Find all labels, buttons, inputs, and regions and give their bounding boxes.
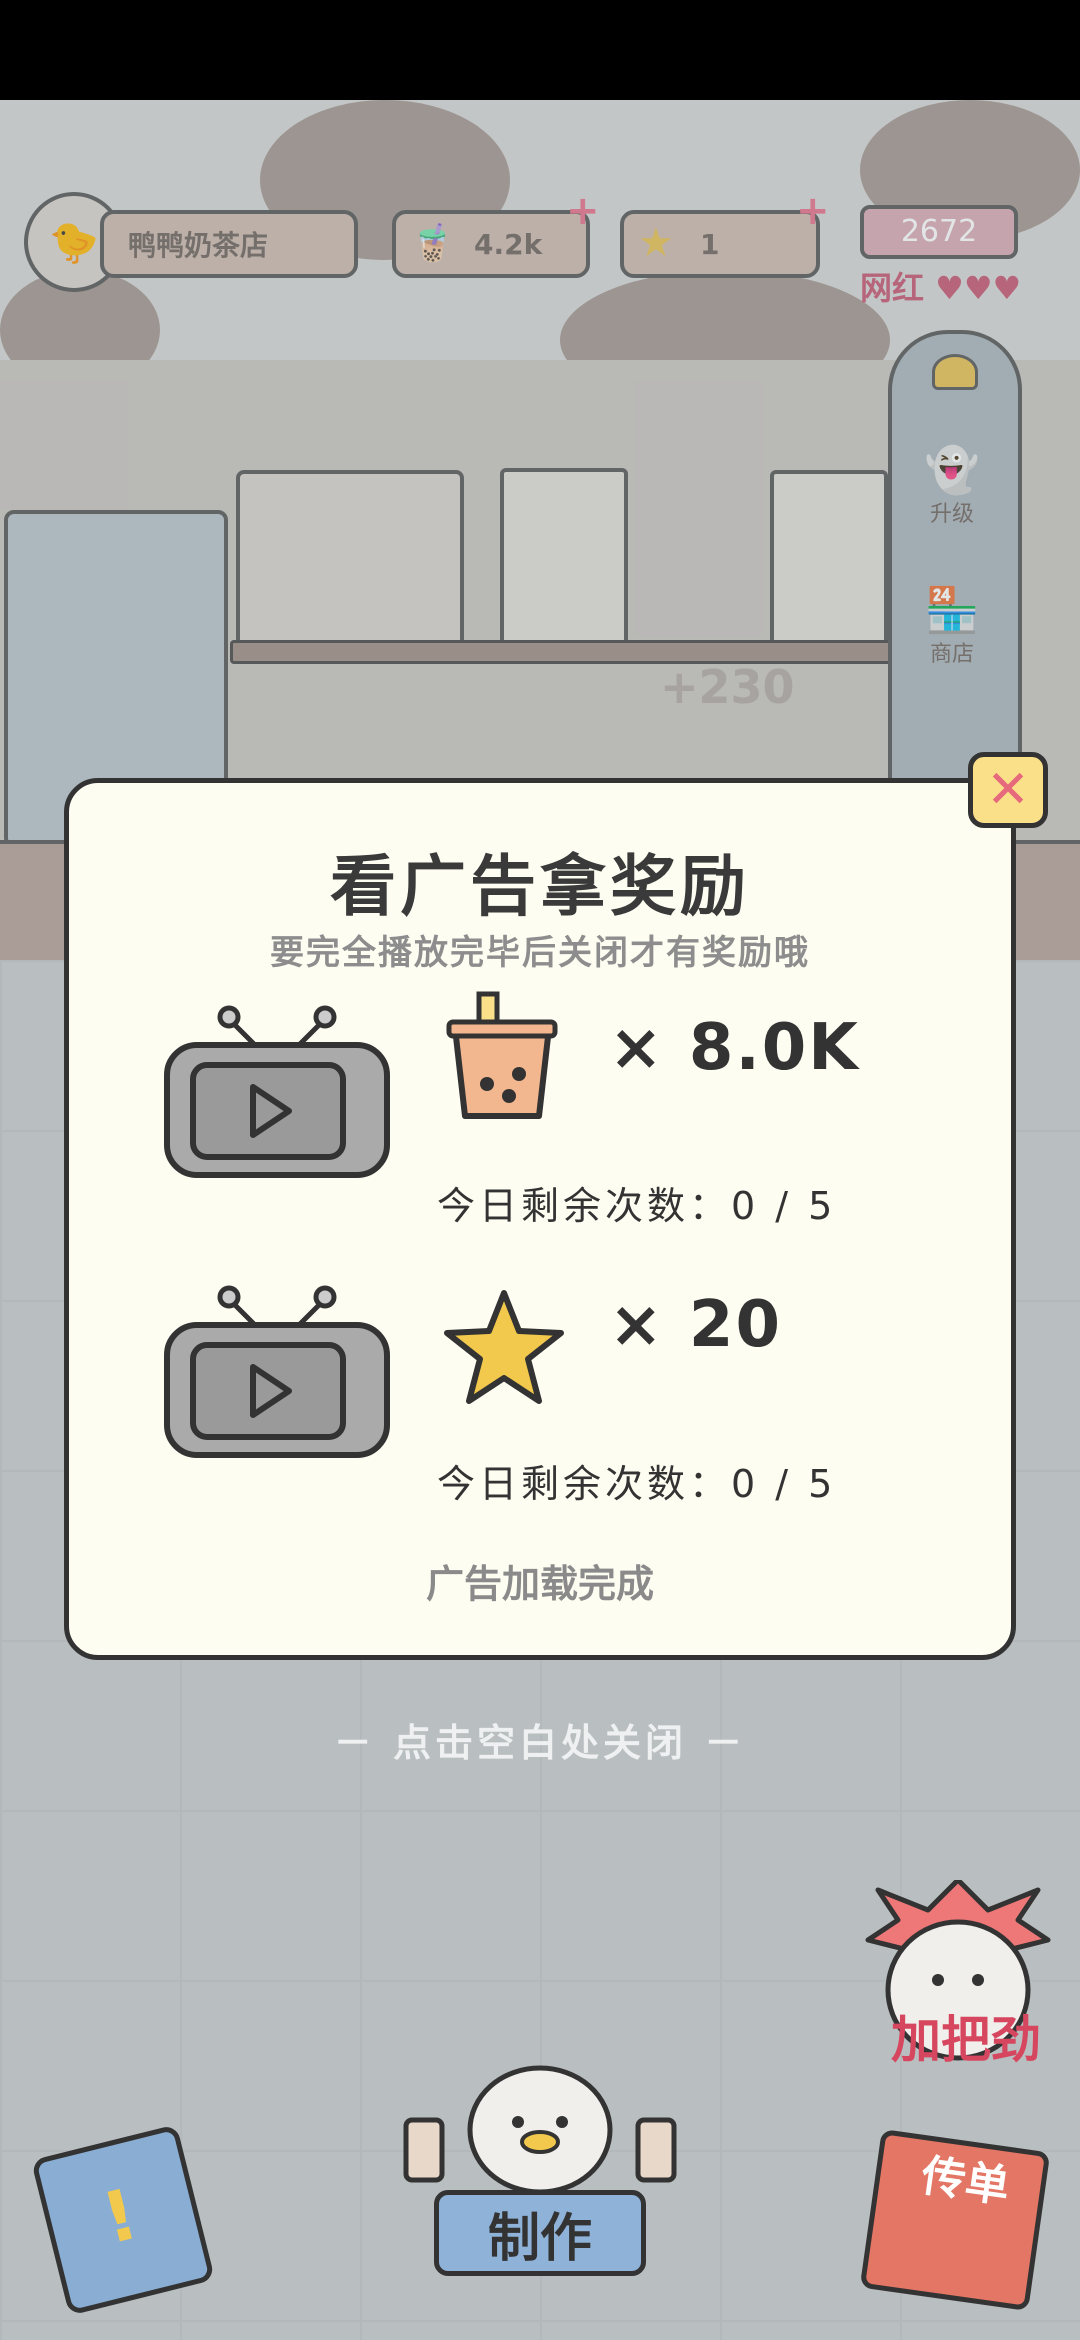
status-bar bbox=[0, 0, 1080, 100]
make-button[interactable]: 制作 bbox=[434, 2190, 646, 2276]
exclamation-icon: ! bbox=[94, 2172, 146, 2261]
remaining-count: 今日剩余次数：0 / 5 bbox=[437, 1462, 837, 1506]
watch-ad-star-button[interactable] bbox=[157, 1283, 397, 1463]
flyer-button[interactable]: 传单 bbox=[859, 2128, 1051, 2312]
dialog-subtitle: 要完全播放完毕后关闭才有奖励哦 bbox=[270, 933, 810, 973]
close-icon: ✕ bbox=[986, 760, 1030, 820]
cheer-label: 加把劲 bbox=[891, 2011, 1041, 2069]
ad-reward-dialog: 看广告拿奖励 要完全播放完毕后关闭才有奖励哦 × 8.0K 今日剩余次数：0 /… bbox=[64, 778, 1016, 1660]
watch-ad-tea-button[interactable] bbox=[157, 1003, 397, 1183]
star-icon bbox=[444, 1290, 564, 1404]
dismiss-hint: － 点击空白处关闭 － bbox=[333, 1721, 747, 1765]
reward-quantity: × 8.0K bbox=[609, 1011, 860, 1085]
dialog-title: 看广告拿奖励 bbox=[330, 848, 750, 925]
flyer-label: 传单 bbox=[918, 2150, 1013, 2213]
reward-quantity: × 20 bbox=[609, 1288, 782, 1362]
milk-tea-icon bbox=[446, 991, 558, 1119]
duck-chef bbox=[403, 2065, 677, 2195]
ad-status: 广告加载完成 bbox=[425, 1562, 654, 1606]
close-button[interactable]: ✕ bbox=[968, 752, 1048, 828]
remaining-count: 今日剩余次数：0 / 5 bbox=[437, 1184, 837, 1228]
